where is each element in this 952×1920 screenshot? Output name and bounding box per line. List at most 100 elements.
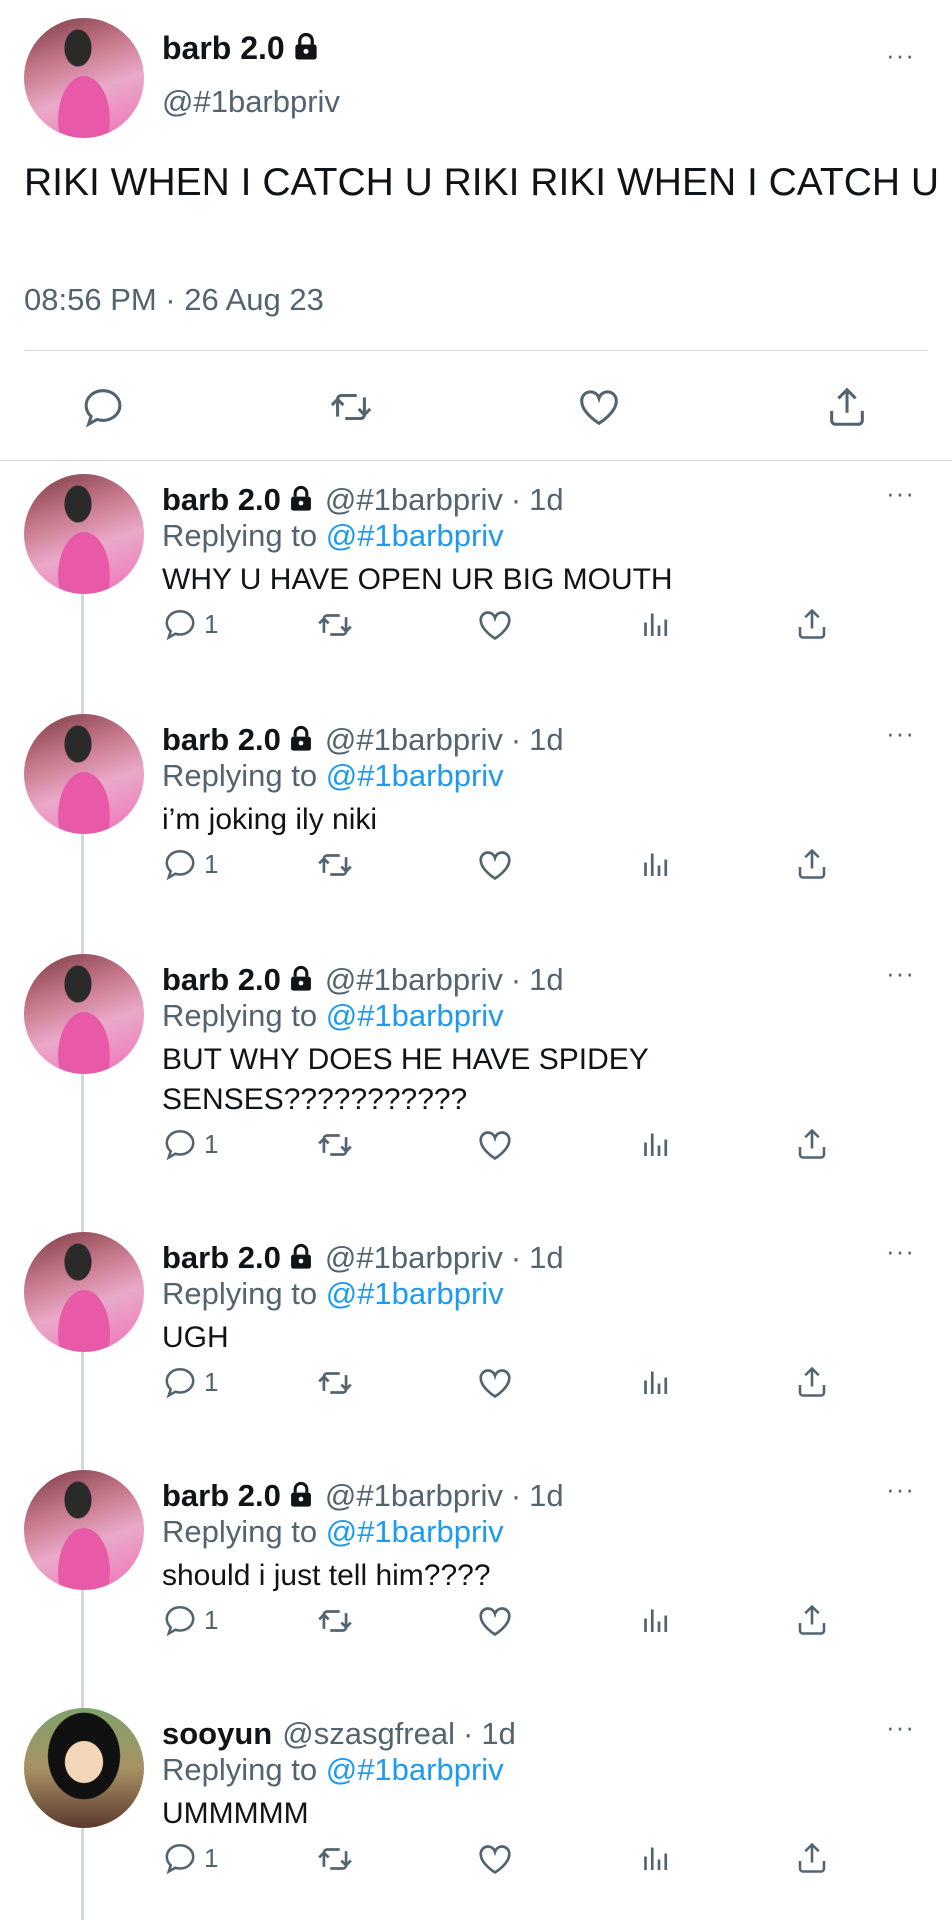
- retweet-button[interactable]: [316, 846, 354, 884]
- reply-author-name[interactable]: barb 2.0: [162, 722, 281, 757]
- like-button[interactable]: [476, 1602, 514, 1640]
- reply-count: 1: [204, 1842, 219, 1873]
- replying-to-link[interactable]: @#1barbpriv: [326, 998, 504, 1033]
- replying-to-link[interactable]: @#1barbpriv: [326, 1752, 504, 1787]
- views-button[interactable]: [638, 1364, 674, 1400]
- share-button[interactable]: [794, 1840, 830, 1876]
- reply-avatar[interactable]: [24, 954, 144, 1074]
- replying-to-link[interactable]: @#1barbpriv: [326, 1514, 504, 1549]
- reply-button[interactable]: 1: [162, 1126, 218, 1162]
- reply-button[interactable]: 1: [162, 606, 218, 642]
- reply-time[interactable]: 1d: [529, 482, 563, 517]
- lock-icon: [290, 485, 311, 511]
- reply-avatar[interactable]: [24, 474, 144, 594]
- retweet-button[interactable]: [316, 606, 354, 644]
- like-icon: [479, 851, 511, 881]
- reply-author-name[interactable]: barb 2.0: [162, 1240, 281, 1275]
- reply-action-bar: 1: [162, 1840, 862, 1880]
- reply-avatar[interactable]: [24, 1232, 144, 1352]
- like-button[interactable]: [476, 606, 514, 644]
- reply-action-bar: 1: [162, 1126, 862, 1166]
- retweet-button[interactable]: [316, 1126, 354, 1164]
- share-button[interactable]: [794, 606, 830, 642]
- more-options-icon[interactable]: ···: [886, 720, 915, 746]
- more-options-icon[interactable]: ···: [886, 1714, 915, 1740]
- reply-dot: ·: [463, 1716, 474, 1751]
- reply-button[interactable]: 1: [162, 1364, 218, 1400]
- retweet-icon[interactable]: [328, 384, 374, 430]
- retweet-icon: [318, 854, 352, 876]
- retweet-button[interactable]: [316, 1364, 354, 1402]
- retweet-icon: [318, 1134, 352, 1156]
- replying-to-link[interactable]: @#1barbpriv: [326, 1276, 504, 1311]
- more-options-icon[interactable]: ···: [886, 1476, 915, 1502]
- reply-tweet[interactable]: barb 2.0 @#1barbpriv · 1d ··· Replying to @…: [0, 940, 952, 1218]
- reply-author-name[interactable]: barb 2.0: [162, 482, 281, 517]
- reply-author-name[interactable]: sooyun: [162, 1716, 272, 1751]
- reply-tweet[interactable]: barb 2.0 @#1barbpriv · 1d ··· Replying to @…: [0, 700, 952, 940]
- reply-author-handle[interactable]: @szasgfreal: [282, 1716, 455, 1751]
- reply-author-handle[interactable]: @#1barbpriv: [325, 1478, 503, 1513]
- reply-button[interactable]: 1: [162, 1840, 218, 1876]
- retweet-button[interactable]: [316, 1840, 354, 1878]
- reply-author-handle[interactable]: @#1barbpriv: [325, 1240, 503, 1275]
- reply-time[interactable]: 1d: [529, 962, 563, 997]
- reply-header: barb 2.0 @#1barbpriv · 1d: [162, 1240, 564, 1276]
- views-button[interactable]: [638, 846, 674, 882]
- views-button[interactable]: [638, 1840, 674, 1876]
- like-button[interactable]: [476, 1126, 514, 1164]
- reply-author-name[interactable]: barb 2.0: [162, 1478, 281, 1513]
- like-icon[interactable]: [576, 384, 622, 430]
- reply-text: WHY U HAVE OPEN UR BIG MOUTH: [162, 563, 673, 596]
- reply-time[interactable]: 1d: [481, 1716, 515, 1751]
- views-button[interactable]: [638, 1602, 674, 1638]
- reply-avatar[interactable]: [24, 714, 144, 834]
- reply-time[interactable]: 1d: [529, 722, 563, 757]
- reply-avatar[interactable]: [24, 1470, 144, 1590]
- tweet-timestamp[interactable]: 08:56 PM · 26 Aug 23: [24, 282, 324, 318]
- share-button[interactable]: [794, 1126, 830, 1162]
- more-options-icon[interactable]: ···: [886, 1238, 915, 1264]
- like-button[interactable]: [476, 1364, 514, 1402]
- share-button[interactable]: [794, 846, 830, 882]
- reply-button[interactable]: 1: [162, 846, 218, 882]
- replying-to-link[interactable]: @#1barbpriv: [326, 758, 504, 793]
- reply-time[interactable]: 1d: [529, 1240, 563, 1275]
- replying-to-link[interactable]: @#1barbpriv: [326, 518, 504, 553]
- reply-button[interactable]: 1: [162, 1602, 218, 1638]
- reply-tweet[interactable]: sooyun @szasgfreal · 1d ··· Replying to @#1…: [0, 1694, 952, 1920]
- reply-tweet[interactable]: barb 2.0 @#1barbpriv · 1d ··· Replying to @…: [0, 1218, 952, 1456]
- author-handle[interactable]: @#1barbpriv: [162, 84, 340, 120]
- reply-author-handle[interactable]: @#1barbpriv: [325, 482, 503, 517]
- more-options-icon[interactable]: ···: [886, 480, 915, 506]
- reply-action-bar: 1: [162, 846, 862, 886]
- reply-icon: [165, 1605, 195, 1637]
- share-icon[interactable]: [824, 384, 870, 430]
- reply-icon[interactable]: [80, 384, 126, 430]
- share-button[interactable]: [794, 1602, 830, 1638]
- reply-tweet[interactable]: barb 2.0 @#1barbpriv · 1d ··· Replying to @…: [0, 1456, 952, 1694]
- views-button[interactable]: [638, 1126, 674, 1162]
- share-button[interactable]: [794, 1364, 830, 1400]
- reply-author-name[interactable]: barb 2.0: [162, 962, 281, 997]
- reply-author-handle[interactable]: @#1barbpriv: [325, 722, 503, 757]
- reply-tweet[interactable]: barb 2.0 @#1barbpriv · 1d ··· Replying to @…: [0, 460, 952, 700]
- reply-text: UMMMMM: [162, 1797, 309, 1830]
- views-icon: [644, 613, 668, 636]
- author-name-text: barb 2.0: [162, 30, 285, 66]
- like-button[interactable]: [476, 1840, 514, 1878]
- more-options-icon[interactable]: ···: [886, 960, 915, 986]
- author-avatar[interactable]: [24, 18, 144, 138]
- views-button[interactable]: [638, 606, 674, 642]
- replying-to-label: Replying to: [162, 758, 318, 793]
- like-icon: [479, 1369, 511, 1399]
- author-name[interactable]: barb 2.0: [162, 30, 321, 67]
- reply-dot: ·: [510, 1478, 522, 1513]
- more-options-icon[interactable]: ···: [886, 42, 915, 68]
- reply-avatar[interactable]: [24, 1708, 144, 1828]
- like-button[interactable]: [476, 846, 514, 884]
- reply-time[interactable]: 1d: [529, 1478, 563, 1513]
- retweet-button[interactable]: [316, 1602, 354, 1640]
- retweet-icon: [318, 1848, 352, 1870]
- reply-author-handle[interactable]: @#1barbpriv: [325, 962, 503, 997]
